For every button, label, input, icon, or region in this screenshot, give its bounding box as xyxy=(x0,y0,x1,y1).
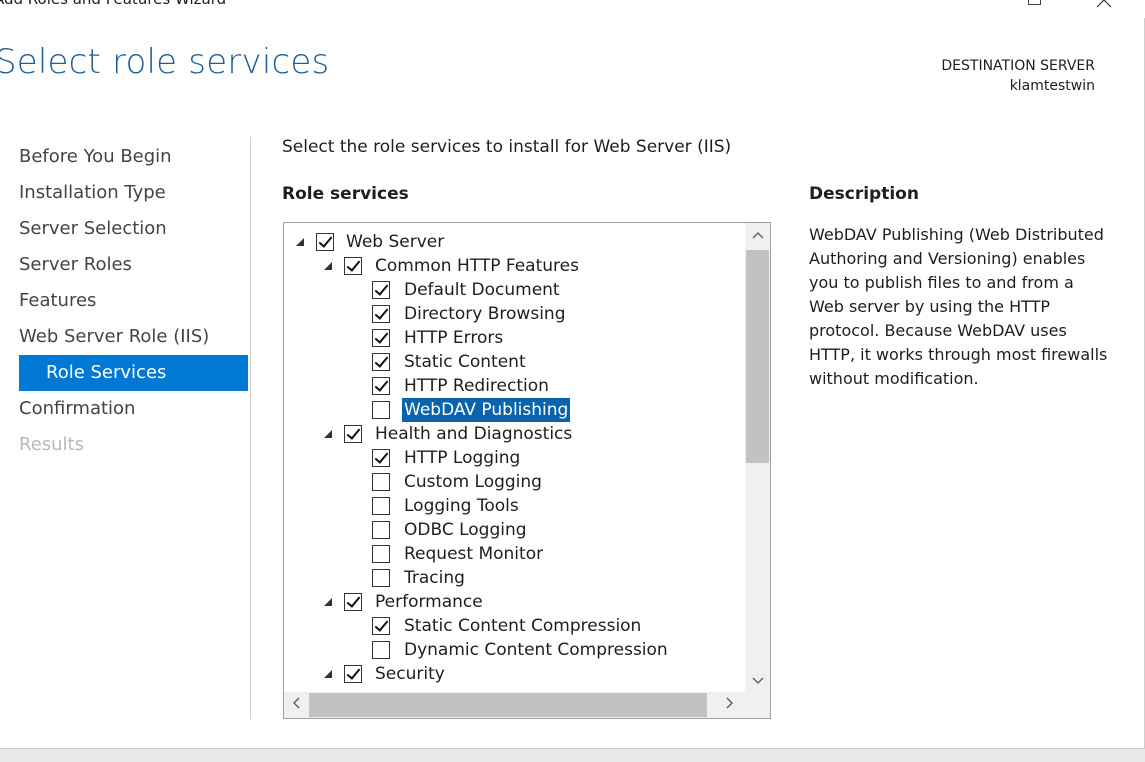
checkbox[interactable] xyxy=(372,449,390,467)
triangle-expanded-icon[interactable] xyxy=(322,422,334,446)
tree-item-label: Dynamic Content Compression xyxy=(404,640,668,660)
tree-item-label: HTTP Logging xyxy=(404,448,521,468)
tree-item[interactable]: Security xyxy=(284,662,744,686)
tree-item[interactable]: Logging Tools xyxy=(284,494,744,518)
maximize-icon[interactable] xyxy=(1028,0,1041,5)
tree-item-label: Static Content Compression xyxy=(404,616,642,636)
vertical-scrollbar[interactable] xyxy=(745,223,770,693)
checkbox[interactable] xyxy=(316,233,334,251)
chevron-up-icon[interactable] xyxy=(745,223,770,247)
tree-item[interactable]: Default Document xyxy=(284,278,744,302)
checkbox[interactable] xyxy=(372,545,390,563)
horizontal-scrollbar[interactable] xyxy=(284,692,770,718)
chevron-left-icon[interactable] xyxy=(284,692,308,718)
checkbox[interactable] xyxy=(372,617,390,635)
tree-item[interactable]: Common HTTP Features xyxy=(284,254,744,278)
tree-item[interactable]: HTTP Logging xyxy=(284,446,744,470)
triangle-expanded-icon[interactable] xyxy=(322,254,334,278)
page-title: Select role services xyxy=(0,42,330,82)
tree-item[interactable]: Dynamic Content Compression xyxy=(284,638,744,662)
tree-item-label: Web Server xyxy=(346,232,445,252)
description-text: WebDAV Publishing (Web Distributed Autho… xyxy=(809,225,1108,388)
tree-item[interactable]: Static Content Compression xyxy=(284,614,744,638)
tree-item-label: Health and Diagnostics xyxy=(375,424,573,444)
tree-item-label: Request Monitor xyxy=(404,544,544,564)
triangle-expanded-icon[interactable] xyxy=(322,662,334,686)
checkbox[interactable] xyxy=(372,401,390,419)
title-bar: Add Roles and Features Wizard xyxy=(0,0,1145,18)
instruction-text: Select the role services to install for … xyxy=(282,137,732,157)
nav-item-server-roles[interactable]: Server Roles xyxy=(0,247,250,283)
triangle-expanded-icon[interactable] xyxy=(294,230,306,254)
checkbox[interactable] xyxy=(372,473,390,491)
wizard-footer xyxy=(0,748,1145,762)
chevron-right-icon[interactable] xyxy=(718,692,742,718)
close-icon[interactable] xyxy=(1094,0,1114,10)
nav-item-web-server-role[interactable]: Web Server Role (IIS) xyxy=(0,319,250,355)
tree-item-label: Common HTTP Features xyxy=(375,256,579,276)
tree-item[interactable]: WebDAV Publishing xyxy=(284,398,744,422)
checkbox[interactable] xyxy=(372,329,390,347)
horizontal-scroll-thumb[interactable] xyxy=(309,693,707,717)
wizard-nav: Before You Begin Installation Type Serve… xyxy=(0,139,250,463)
tree-item[interactable]: Web Server xyxy=(284,230,744,254)
checkbox[interactable] xyxy=(372,641,390,659)
description-heading: Description xyxy=(809,184,919,204)
tree-item-label: Custom Logging xyxy=(404,472,542,492)
nav-divider xyxy=(250,137,251,719)
destination-server-label: DESTINATION SERVER xyxy=(941,58,1095,74)
checkbox[interactable] xyxy=(372,521,390,539)
tree-item-label: Tracing xyxy=(404,568,465,588)
nav-item-results: Results xyxy=(19,434,84,455)
checkbox[interactable] xyxy=(372,305,390,323)
tree-item-label: WebDAV Publishing xyxy=(402,398,571,422)
nav-item-confirmation[interactable]: Confirmation xyxy=(0,391,250,427)
tree-item[interactable]: Directory Browsing xyxy=(284,302,744,326)
tree-item-label: Static Content xyxy=(404,352,526,372)
tree-item-label: HTTP Redirection xyxy=(404,376,549,396)
nav-item-installation-type[interactable]: Installation Type xyxy=(0,175,250,211)
window-title: Add Roles and Features Wizard xyxy=(0,0,226,8)
role-services-heading: Role services xyxy=(282,184,409,204)
checkbox[interactable] xyxy=(344,257,362,275)
tree-item[interactable]: Static Content xyxy=(284,350,744,374)
destination-server: DESTINATION SERVER klamtestwin xyxy=(941,56,1095,96)
vertical-scroll-thumb[interactable] xyxy=(746,250,769,463)
nav-item-before-you-begin[interactable]: Before You Begin xyxy=(0,139,250,175)
checkbox[interactable] xyxy=(372,353,390,371)
tree-item[interactable]: HTTP Redirection xyxy=(284,374,744,398)
tree-item[interactable]: Request Monitor xyxy=(284,542,744,566)
nav-item-role-services[interactable]: Role Services xyxy=(19,355,248,391)
nav-item-features[interactable]: Features xyxy=(0,283,250,319)
role-services-tree[interactable]: Web Server Common HTTP Features Default Do… xyxy=(283,222,771,719)
chevron-down-icon[interactable] xyxy=(745,669,770,693)
tree-item[interactable]: ODBC Logging xyxy=(284,518,744,542)
checkbox[interactable] xyxy=(372,569,390,587)
checkbox[interactable] xyxy=(344,665,362,683)
destination-server-name: klamtestwin xyxy=(1009,78,1095,94)
triangle-expanded-icon[interactable] xyxy=(322,590,334,614)
checkbox[interactable] xyxy=(372,497,390,515)
checkbox[interactable] xyxy=(372,281,390,299)
tree-item-label: ODBC Logging xyxy=(404,520,527,540)
tree-item-label: Directory Browsing xyxy=(404,304,566,324)
tree-item-label: Performance xyxy=(375,592,483,612)
tree-item[interactable]: Performance xyxy=(284,590,744,614)
checkbox[interactable] xyxy=(344,425,362,443)
tree-item-label: HTTP Errors xyxy=(404,328,504,348)
tree-item[interactable]: HTTP Errors xyxy=(284,326,744,350)
tree-item[interactable]: Tracing xyxy=(284,566,744,590)
tree-item[interactable]: Health and Diagnostics xyxy=(284,422,744,446)
nav-item-server-selection[interactable]: Server Selection xyxy=(0,211,250,247)
tree-item-label: Logging Tools xyxy=(404,496,519,516)
tree-item-label: Security xyxy=(375,664,445,684)
tree-item-label: Default Document xyxy=(404,280,560,300)
tree-item[interactable]: Custom Logging xyxy=(284,470,744,494)
checkbox[interactable] xyxy=(372,377,390,395)
checkbox[interactable] xyxy=(344,593,362,611)
